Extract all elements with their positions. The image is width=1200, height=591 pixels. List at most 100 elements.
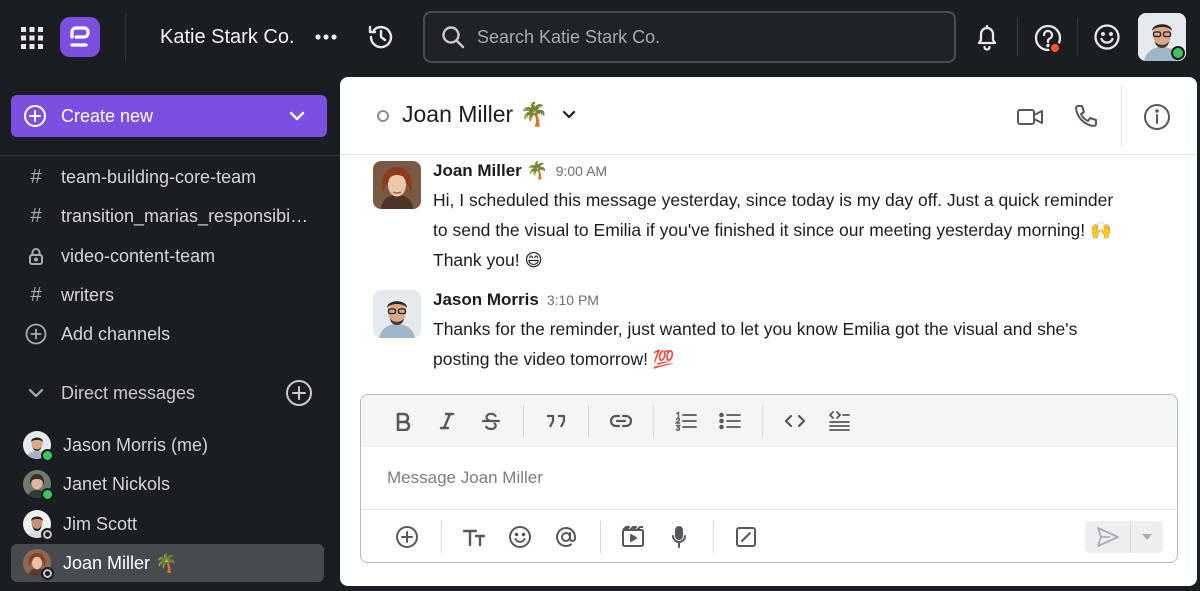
chevron-down-icon: [23, 380, 49, 406]
channel-label: team-building-core-team: [61, 166, 257, 187]
emoji-icon[interactable]: [502, 519, 538, 555]
online-status-indicator: [41, 449, 54, 462]
search-input[interactable]: [477, 26, 917, 48]
sidebar-dm-jim-scott[interactable]: Jim Scott: [11, 505, 324, 543]
message-timestamp[interactable]: 3:10 PM: [547, 292, 599, 308]
send-button-group: [1085, 521, 1163, 553]
message-author[interactable]: Jason Morris: [433, 290, 539, 310]
toolbar-divider: [441, 520, 442, 553]
plus-circle-icon: [23, 104, 47, 128]
channel-label: writers: [61, 284, 114, 305]
message-composer: [360, 394, 1178, 563]
create-new-button[interactable]: Create new: [11, 95, 327, 137]
avatar[interactable]: [373, 161, 421, 209]
dm-label: Joan Miller 🌴: [63, 552, 178, 573]
history-icon[interactable]: [364, 20, 398, 54]
avatar: [23, 549, 54, 580]
user-online-status: [1171, 46, 1185, 60]
chevron-down-icon: [562, 110, 576, 119]
channel-title: Joan Miller 🌴: [402, 101, 549, 127]
search-box[interactable]: [423, 11, 956, 63]
presence-indicator: [377, 110, 389, 122]
avatar[interactable]: [373, 290, 421, 338]
message-line: Hi, I scheduled this message yesterday, …: [433, 190, 1114, 210]
formatting-toolbar: [361, 395, 1177, 447]
channel-label: transition_marias_responsibilities: [61, 205, 311, 226]
message-author[interactable]: Joan Miller 🌴: [433, 161, 548, 181]
mention-icon[interactable]: [548, 519, 584, 555]
offline-status-indicator: [41, 567, 54, 580]
italic-icon[interactable]: [429, 403, 465, 439]
message-line: Thanks for the reminder, just wanted to …: [433, 319, 1078, 339]
sidebar-channel-writers[interactable]: # writers: [11, 276, 324, 314]
bold-icon[interactable]: [385, 403, 421, 439]
message-body: Jason Morris 3:10 PM Thanks for the remi…: [433, 290, 1173, 374]
code-block-icon[interactable]: [821, 403, 857, 439]
notifications-bell-icon[interactable]: [970, 20, 1004, 54]
channel-label: video-content-team: [61, 245, 216, 266]
numbered-list-icon[interactable]: [668, 403, 704, 439]
help-notification-dot: [1049, 42, 1061, 54]
search-icon: [441, 25, 465, 49]
sidebar-channel-team-building-core-team[interactable]: # team-building-core-team: [11, 158, 324, 196]
top-bar: Katie Stark Co.: [0, 0, 1200, 76]
code-icon[interactable]: [777, 403, 813, 439]
topbar-divider: [1017, 18, 1018, 56]
attach-plus-icon[interactable]: [389, 519, 425, 555]
send-icon[interactable]: [1085, 521, 1131, 553]
phone-call-icon[interactable]: [1067, 99, 1103, 135]
dm-label: Jason Morris (me): [63, 434, 209, 455]
status-emoji-icon[interactable]: [1090, 20, 1124, 54]
send-options-chevron-icon[interactable]: [1131, 521, 1163, 553]
app-grid-icon[interactable]: [14, 20, 50, 56]
channel-title-button[interactable]: Joan Miller 🌴: [402, 101, 576, 128]
blockquote-icon[interactable]: [538, 403, 574, 439]
help-icon[interactable]: [1030, 20, 1066, 56]
avatar: [23, 470, 54, 501]
hash-icon: #: [30, 165, 42, 188]
topbar-divider: [1077, 18, 1078, 56]
dm-label: Jim Scott: [63, 513, 138, 534]
toolbar-divider: [523, 405, 524, 437]
offline-status-indicator: [41, 528, 54, 541]
strikethrough-icon[interactable]: [473, 403, 509, 439]
composer-actions-bar: [361, 509, 1177, 562]
workspace-more-icon[interactable]: [312, 22, 340, 52]
workspace-name[interactable]: Katie Stark Co.: [160, 22, 295, 52]
sidebar-dm-jason-morris[interactable]: Jason Morris (me): [11, 426, 324, 464]
add-direct-message-icon[interactable]: [284, 378, 314, 408]
app-logo-icon[interactable]: [60, 17, 100, 57]
text-format-icon[interactable]: [456, 519, 492, 555]
message-line: Thank you! 😄: [433, 250, 543, 270]
sidebar-dm-joan-miller[interactable]: Joan Miller 🌴: [11, 544, 324, 582]
slash-command-icon[interactable]: [728, 519, 764, 555]
microphone-icon[interactable]: [661, 519, 697, 555]
video-call-icon[interactable]: [1012, 99, 1048, 135]
message-timestamp[interactable]: 9:00 AM: [556, 163, 607, 179]
add-channels-label: Add channels: [61, 323, 171, 344]
hash-icon: #: [30, 283, 42, 306]
online-status-indicator: [41, 488, 54, 501]
channel-header: Joan Miller 🌴: [340, 77, 1197, 155]
toolbar-divider: [653, 405, 654, 437]
hash-icon: #: [30, 204, 42, 227]
channel-info-icon[interactable]: [1139, 99, 1175, 135]
sidebar-add-channels[interactable]: Add channels: [11, 315, 324, 353]
video-clip-icon[interactable]: [615, 519, 651, 555]
sidebar-channel-video-content-team[interactable]: video-content-team: [11, 237, 324, 275]
link-icon[interactable]: [603, 403, 639, 439]
topbar-divider: [125, 14, 126, 60]
bulleted-list-icon[interactable]: [712, 403, 748, 439]
avatar: [23, 510, 54, 541]
toolbar-divider: [588, 405, 589, 437]
sidebar-channel-transition-marias-responsibilities[interactable]: # transition_marias_responsibilities: [11, 197, 324, 235]
sidebar-dm-janet-nickols[interactable]: Janet Nickols: [11, 465, 324, 503]
toolbar-divider: [600, 520, 601, 553]
direct-messages-header[interactable]: Direct messages: [11, 373, 324, 413]
sidebar-divider: [0, 155, 340, 156]
create-new-label: Create new: [61, 105, 154, 126]
message-input[interactable]: [387, 463, 1087, 493]
direct-messages-label: Direct messages: [61, 382, 196, 403]
message-line: posting the video tomorrow! 💯: [433, 349, 675, 369]
plus-circle-icon: [23, 321, 49, 347]
